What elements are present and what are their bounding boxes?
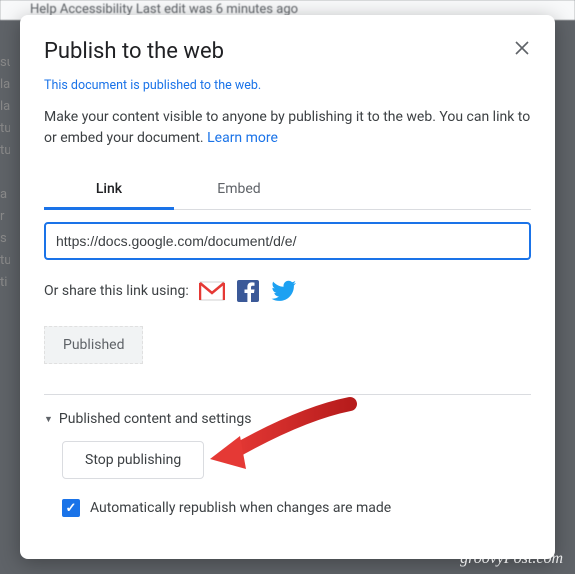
close-icon xyxy=(515,41,529,55)
auto-republish-row: ✓ Automatically republish when changes a… xyxy=(62,499,531,517)
description-text: Make your content visible to anyone by p… xyxy=(44,109,530,146)
expander-label: Published content and settings xyxy=(59,411,252,427)
modal-title: Publish to the web xyxy=(44,39,224,64)
auto-republish-checkbox[interactable]: ✓ xyxy=(62,499,80,517)
tab-bar: Link Embed xyxy=(44,171,531,210)
share-label: Or share this link using: xyxy=(44,283,189,299)
facebook-icon xyxy=(237,280,259,302)
twitter-icon xyxy=(271,280,297,302)
facebook-share-button[interactable] xyxy=(237,280,259,302)
auto-republish-label: Automatically republish when changes are… xyxy=(90,500,391,516)
share-icons xyxy=(199,280,297,302)
share-row: Or share this link using: xyxy=(44,280,531,302)
published-badge: Published xyxy=(44,326,143,364)
background-document-text: su la la tu tu a r s tu ti xyxy=(0,30,10,294)
twitter-share-button[interactable] xyxy=(271,280,297,302)
modal-header: Publish to the web xyxy=(44,39,531,64)
publish-to-web-modal: Publish to the web This document is publ… xyxy=(20,15,555,559)
gmail-share-button[interactable] xyxy=(199,281,225,301)
gmail-icon xyxy=(199,281,225,301)
tab-link[interactable]: Link xyxy=(44,171,174,210)
published-notice: This document is published to the web. xyxy=(44,78,531,93)
divider xyxy=(44,394,531,395)
close-button[interactable] xyxy=(513,39,531,57)
learn-more-link[interactable]: Learn more xyxy=(207,130,278,146)
published-url-input[interactable] xyxy=(44,222,531,260)
stop-publishing-button[interactable]: Stop publishing xyxy=(62,441,204,479)
caret-down-icon: ▼ xyxy=(44,414,53,425)
check-icon: ✓ xyxy=(66,501,77,516)
tab-embed[interactable]: Embed xyxy=(174,171,304,209)
published-content-expander[interactable]: ▼ Published content and settings xyxy=(44,411,531,427)
watermark: groovyPost.com xyxy=(460,550,563,568)
modal-description: Make your content visible to anyone by p… xyxy=(44,107,531,149)
